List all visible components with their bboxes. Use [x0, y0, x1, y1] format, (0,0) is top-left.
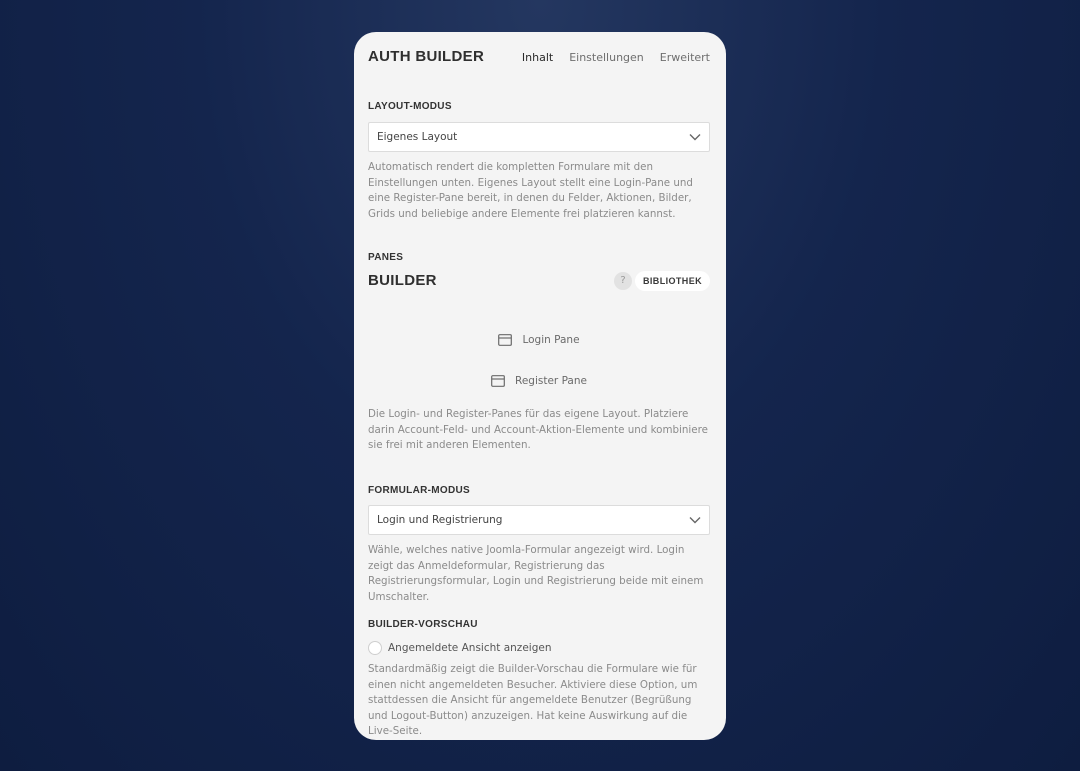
logged-in-view-checkbox[interactable] — [368, 641, 382, 655]
question-icon[interactable]: ? — [614, 272, 632, 290]
builder-header: BUILDER ? BIBLIOTHEK — [368, 270, 710, 292]
builder-preview-label: BUILDER-VORSCHAU — [368, 619, 478, 630]
tab-inhalt[interactable]: Inhalt — [522, 51, 553, 64]
library-button[interactable]: BIBLIOTHEK — [635, 271, 710, 291]
form-mode-help: Wähle, welches native Joomla-Formular an… — [368, 544, 704, 603]
panel-title: AUTH BUILDER — [368, 48, 485, 65]
logged-in-view-toggle[interactable]: Angemeldete Ansicht anzeigen — [368, 639, 710, 657]
panes-label: PANES — [368, 252, 404, 263]
layout-mode-help: Automatisch rendert die kompletten Formu… — [368, 161, 693, 220]
layout-mode-label: LAYOUT-MODUS — [368, 101, 452, 112]
builder-title: BUILDER — [368, 272, 437, 289]
register-pane-label: Register Pane — [515, 375, 587, 387]
tab-bar: Inhalt Einstellungen Erweitert — [522, 51, 710, 64]
chevron-down-icon — [689, 134, 701, 141]
tab-erweitert[interactable]: Erweitert — [660, 51, 710, 64]
register-pane-item[interactable]: Register Pane — [368, 371, 710, 391]
tab-einstellungen[interactable]: Einstellungen — [569, 51, 644, 64]
builder-preview-help: Standardmäßig zeigt die Builder-Vorschau… — [368, 663, 698, 737]
window-icon — [491, 375, 505, 387]
layout-mode-select[interactable]: Eigenes Layout — [368, 122, 710, 152]
panes-help: Die Login- und Register-Panes für das ei… — [368, 408, 708, 451]
chevron-down-icon — [689, 517, 701, 524]
auth-builder-panel: AUTH BUILDER Inhalt Einstellungen Erweit… — [354, 32, 726, 740]
login-pane-label: Login Pane — [522, 334, 580, 346]
form-mode-value: Login und Registrierung — [377, 514, 503, 526]
panel-header: AUTH BUILDER Inhalt Einstellungen Erweit… — [368, 32, 710, 84]
login-pane-item[interactable]: Login Pane — [368, 330, 710, 350]
window-icon — [498, 334, 513, 346]
layout-mode-value: Eigenes Layout — [377, 131, 458, 143]
form-mode-select[interactable]: Login und Registrierung — [368, 505, 710, 535]
form-mode-label: FORMULAR-MODUS — [368, 485, 470, 496]
logged-in-view-label: Angemeldete Ansicht anzeigen — [388, 642, 552, 654]
